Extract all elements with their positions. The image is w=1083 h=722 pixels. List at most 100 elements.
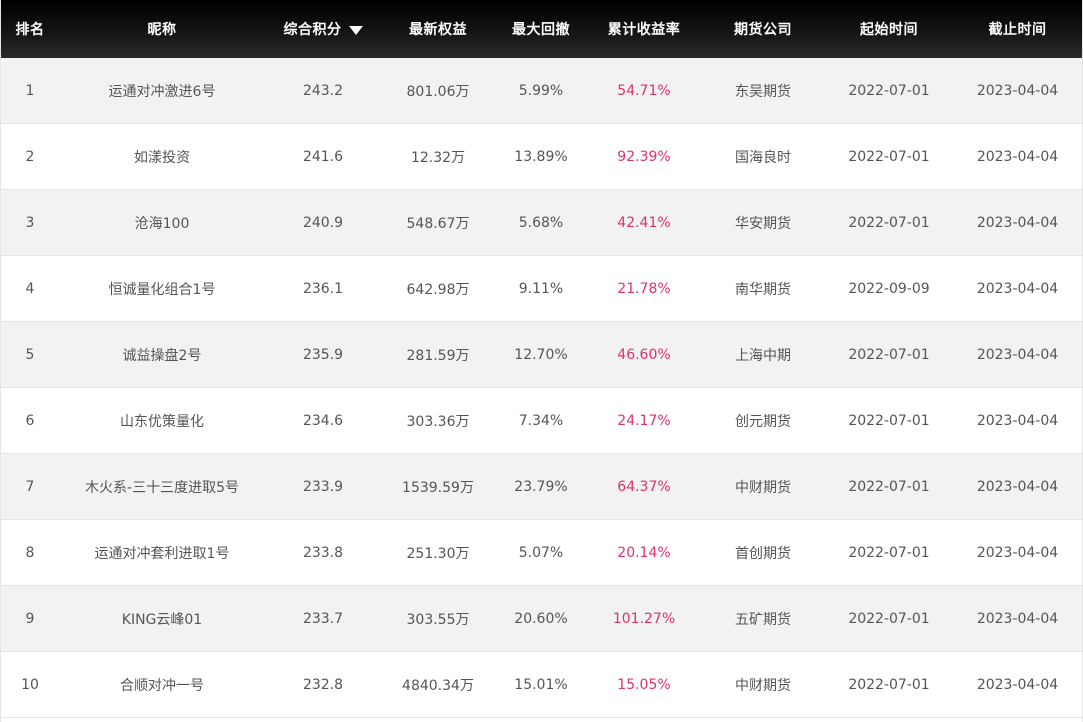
- table-row[interactable]: 5 诚益操盘2号 235.9 281.59万 12.70% 46.60% 上海中期 2022-…: [1, 322, 1082, 388]
- end-date-cell: 2023-04-04: [953, 652, 1082, 717]
- end-date-cell: 2023-04-04: [953, 454, 1082, 519]
- header-score[interactable]: 综合积分: [265, 0, 381, 58]
- rank-cell: 10: [1, 652, 59, 717]
- score-cell: 240.9: [265, 190, 381, 255]
- company-cell: 首创期货: [701, 520, 825, 585]
- end-date-cell-text: 2023-04-04: [976, 610, 1059, 627]
- header-start[interactable]: 起始时间: [825, 0, 953, 58]
- name-cell[interactable]: 合顺对冲一号: [59, 652, 265, 717]
- name-cell[interactable]: KING云峰01: [59, 586, 265, 651]
- header-end[interactable]: 截止时间: [953, 0, 1082, 58]
- name-cell-text: 诚益操盘2号: [122, 347, 202, 364]
- equity-cell-text: 303.36万: [406, 413, 470, 430]
- start-date-cell: 2022-07-01: [825, 652, 953, 717]
- header-company-label: 期货公司: [734, 22, 792, 38]
- company-cell-text: 五矿期货: [735, 611, 791, 628]
- table-row[interactable]: 7 木火系-三十三度进取5号 233.9 1539.59万 23.79% 64.37% 中财…: [1, 454, 1082, 520]
- start-date-cell-text: 2022-07-01: [848, 544, 930, 561]
- table-row[interactable]: 8 运通对冲套利进取1号 233.8 251.30万 5.07% 20.14% 首创期货 20…: [1, 520, 1082, 586]
- equity-cell-text: 303.55万: [406, 611, 470, 628]
- start-date-cell: 2022-07-01: [825, 520, 953, 585]
- company-cell: 中财期货: [701, 454, 825, 519]
- name-cell[interactable]: 如漾投资: [59, 124, 265, 189]
- header-equity[interactable]: 最新权益: [381, 0, 495, 58]
- start-date-cell-text: 2022-07-01: [848, 214, 930, 231]
- name-cell[interactable]: 诚益操盘2号: [59, 322, 265, 387]
- end-date-cell: 2023-04-04: [953, 190, 1082, 255]
- end-date-cell-text: 2023-04-04: [976, 280, 1059, 297]
- header-return-label: 累计收益率: [607, 22, 681, 38]
- table-row[interactable]: 1 运通对冲激进6号 243.2 801.06万 5.99% 54.71% 东吴期货 2022…: [1, 58, 1082, 124]
- score-cell: 233.8: [265, 520, 381, 585]
- return-cell: 20.14%: [587, 520, 701, 585]
- start-date-cell: 2022-07-01: [825, 454, 953, 519]
- header-equity-label: 最新权益: [409, 22, 467, 38]
- return-cell: 46.60%: [587, 322, 701, 387]
- header-name[interactable]: 昵称: [59, 0, 265, 58]
- table-row[interactable]: 3 沧海100 240.9 548.67万 5.68% 42.41% 华安期货 2022-07…: [1, 190, 1082, 256]
- company-cell: 南华期货: [701, 256, 825, 321]
- equity-cell: 1539.59万: [381, 454, 495, 519]
- start-date-cell-text: 2022-07-01: [848, 82, 930, 99]
- name-cell[interactable]: 运通对冲激进6号: [59, 58, 265, 123]
- name-cell[interactable]: 木火系-三十三度进取5号: [59, 454, 265, 519]
- company-cell: 中财期货: [701, 652, 825, 717]
- name-cell-text: 如漾投资: [134, 149, 190, 166]
- drawdown-cell-text: 9.11%: [518, 280, 564, 297]
- header-name-label: 昵称: [147, 22, 177, 38]
- table-row[interactable]: 2 如漾投资 241.6 12.32万 13.89% 92.39% 国海良时 2022-07-…: [1, 124, 1082, 190]
- name-cell[interactable]: 山东优策量化: [59, 388, 265, 453]
- equity-cell-text: 12.32万: [410, 149, 466, 166]
- return-cell-text: 42.41%: [617, 214, 671, 231]
- rank-cell-text: 5: [25, 346, 35, 363]
- header-return[interactable]: 累计收益率: [587, 0, 701, 58]
- equity-cell: 303.36万: [381, 388, 495, 453]
- start-date-cell-text: 2022-09-09: [848, 280, 930, 297]
- rank-cell-text: 6: [25, 412, 35, 429]
- score-cell-text: 243.2: [302, 82, 344, 99]
- rank-cell: 7: [1, 454, 59, 519]
- equity-cell-text: 1539.59万: [402, 479, 474, 496]
- score-cell: 232.8: [265, 652, 381, 717]
- equity-cell: 303.55万: [381, 586, 495, 651]
- score-cell: 236.1: [265, 256, 381, 321]
- name-cell-text: 恒诚量化组合1号: [108, 281, 216, 298]
- score-cell-text: 233.7: [302, 610, 344, 627]
- table-row[interactable]: 6 山东优策量化 234.6 303.36万 7.34% 24.17% 创元期货 2022-0…: [1, 388, 1082, 454]
- name-cell-text: 山东优策量化: [120, 413, 204, 430]
- score-cell-text: 233.9: [302, 478, 344, 495]
- end-date-cell-text: 2023-04-04: [976, 676, 1059, 693]
- table-row[interactable]: 4 恒诚量化组合1号 236.1 642.98万 9.11% 21.78% 南华期货 2022…: [1, 256, 1082, 322]
- drawdown-cell-text: 7.34%: [518, 412, 564, 429]
- score-cell-text: 241.6: [302, 148, 344, 165]
- equity-cell: 251.30万: [381, 520, 495, 585]
- end-date-cell-text: 2023-04-04: [976, 82, 1059, 99]
- return-cell: 92.39%: [587, 124, 701, 189]
- return-cell: 24.17%: [587, 388, 701, 453]
- end-date-cell-text: 2023-04-04: [976, 148, 1059, 165]
- equity-cell: 281.59万: [381, 322, 495, 387]
- header-company[interactable]: 期货公司: [701, 0, 825, 58]
- drawdown-cell: 13.89%: [495, 124, 587, 189]
- header-rank[interactable]: 排名: [1, 0, 59, 58]
- drawdown-cell: 15.01%: [495, 652, 587, 717]
- start-date-cell: 2022-07-01: [825, 190, 953, 255]
- header-drawdown[interactable]: 最大回撤: [495, 0, 587, 58]
- name-cell[interactable]: 恒诚量化组合1号: [59, 256, 265, 321]
- rank-cell: 5: [1, 322, 59, 387]
- table-header: 排名 昵称 综合积分 最新权益 最大回撤 累计收益率 期货公司 起始时间 截止时…: [1, 0, 1082, 58]
- return-cell-text: 101.27%: [612, 610, 676, 627]
- table-row[interactable]: 9 KING云峰01 233.7 303.55万 20.60% 101.27% 五矿期货 20…: [1, 586, 1082, 652]
- table-row[interactable]: 10 合顺对冲一号 232.8 4840.34万 15.01% 15.05% 中财期货 202…: [1, 652, 1082, 718]
- start-date-cell-text: 2022-07-01: [848, 412, 930, 429]
- return-cell-text: 54.71%: [617, 82, 671, 99]
- name-cell[interactable]: 运通对冲套利进取1号: [59, 520, 265, 585]
- name-cell[interactable]: 沧海100: [59, 190, 265, 255]
- rank-cell-text: 10: [21, 676, 39, 693]
- equity-cell-text: 281.59万: [406, 347, 470, 364]
- name-cell-text: 运通对冲套利进取1号: [94, 545, 230, 562]
- rank-cell-text: 7: [25, 478, 35, 495]
- sort-desc-icon[interactable]: [348, 25, 363, 35]
- score-cell-text: 240.9: [302, 214, 344, 231]
- drawdown-cell-text: 23.79%: [514, 478, 568, 495]
